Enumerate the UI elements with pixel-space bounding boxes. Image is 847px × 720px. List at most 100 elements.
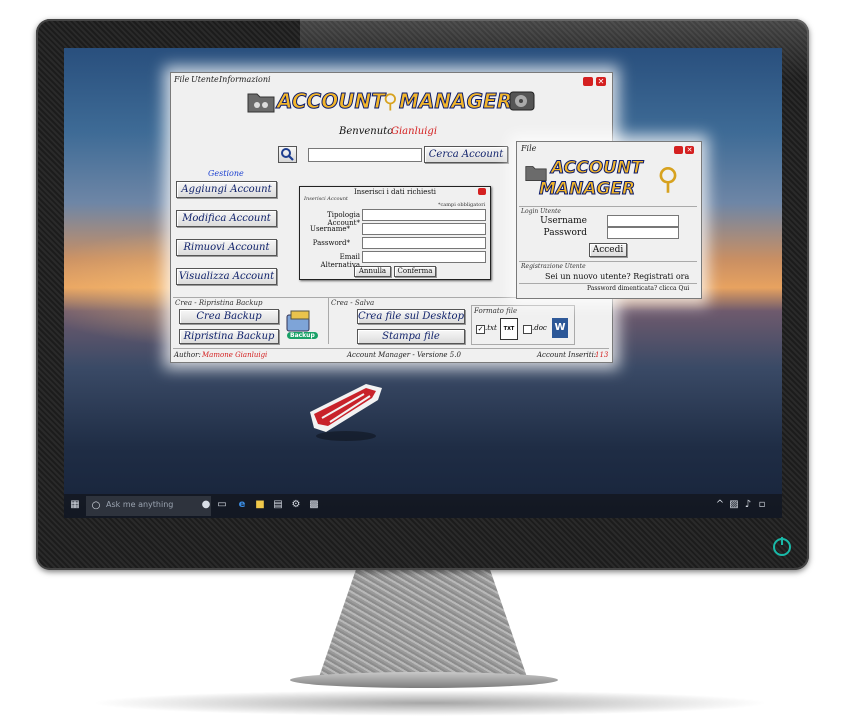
- taskbar: ▦ ○ Ask me anything ● ▭ e ■ ▤ ⚙ ▩ ^ ▨ ♪ …: [64, 494, 782, 518]
- login-divider: [519, 206, 697, 207]
- close-button[interactable]: ✕: [596, 77, 606, 86]
- power-icon[interactable]: [773, 537, 791, 556]
- search-icon: [281, 148, 294, 161]
- register-link[interactable]: Sei un nuovo utente? Registrati ora: [545, 272, 689, 281]
- minimize-button[interactable]: [583, 77, 593, 86]
- account-type-input[interactable]: [362, 209, 486, 221]
- txt-file-icon: TXT: [500, 318, 518, 340]
- chevron-up-icon[interactable]: ^: [714, 499, 726, 511]
- gestione-title: Gestione: [208, 169, 244, 178]
- search-input[interactable]: [308, 148, 422, 162]
- format-groupbox: Formato file ✓ .txt TXT .doc W: [471, 305, 575, 345]
- register-divider: [519, 261, 697, 262]
- login-close-button[interactable]: ✕: [685, 146, 694, 154]
- file-explorer-icon[interactable]: ■: [254, 499, 266, 511]
- create-backup-button[interactable]: Crea Backup: [179, 309, 279, 324]
- backup-section-title: Crea - Ripristina Backup: [175, 299, 263, 307]
- login-logo-manager-text: MANAGER: [538, 179, 636, 200]
- monitor-stand: [318, 570, 528, 680]
- save-section-title: Crea - Salva: [331, 299, 375, 307]
- menu-informazioni[interactable]: Informazioni: [219, 75, 271, 84]
- search-icon-button[interactable]: [278, 146, 297, 163]
- login-button[interactable]: Accedi: [589, 243, 627, 257]
- section-divider-vertical: [328, 297, 329, 344]
- create-desktop-file-button[interactable]: Crea file sul Desktop: [357, 309, 465, 324]
- folder-icon: [247, 93, 275, 113]
- task-view-icon[interactable]: ▭: [216, 499, 228, 511]
- notifications-icon[interactable]: ▫: [756, 499, 768, 511]
- cortana-icon: ○: [91, 500, 101, 511]
- username-input[interactable]: [362, 223, 486, 235]
- login-username-label: Username: [540, 216, 587, 226]
- app-icon[interactable]: ▩: [308, 499, 320, 511]
- forgot-divider: [519, 283, 697, 284]
- backup-icon: Backup: [285, 309, 319, 343]
- settings-gear-icon[interactable]: ⚙: [290, 499, 302, 511]
- add-account-button[interactable]: Aggiungi Account: [176, 181, 277, 198]
- menu-file[interactable]: File: [174, 75, 189, 84]
- status-divider: [173, 348, 609, 349]
- accounts-count-value: 113: [595, 351, 609, 359]
- insert-account-dialog: Inserisci i dati richiesti Inserisci Acc…: [299, 186, 491, 280]
- monitor-shadow: [90, 690, 770, 716]
- word-icon: W: [552, 318, 568, 338]
- alternative-email-label: Email Alternativa: [320, 253, 360, 269]
- print-file-button[interactable]: Stampa file: [357, 329, 465, 344]
- login-section-title: Login Utente: [521, 208, 561, 215]
- edge-icon[interactable]: e: [236, 499, 248, 511]
- format-section-title: Formato file: [474, 307, 518, 315]
- welcome-label: Benvenuto: [339, 126, 394, 137]
- doc-checkbox[interactable]: [523, 325, 532, 334]
- login-password-input[interactable]: [607, 227, 679, 239]
- required-fields-note: *campi obbligatori: [438, 202, 486, 208]
- username-label: Username*: [310, 225, 350, 233]
- volume-icon[interactable]: ♪: [742, 499, 754, 511]
- menu-utente[interactable]: Utente: [191, 75, 219, 84]
- welcome-user: Gianluigi: [391, 126, 438, 137]
- boat-image: [310, 384, 382, 441]
- cancel-button[interactable]: Annulla: [354, 266, 391, 277]
- backup-badge: Backup: [287, 332, 318, 339]
- edit-account-button[interactable]: Modifica Account: [176, 210, 277, 227]
- logo-manager-text: MANAGER: [398, 89, 513, 114]
- accounts-count-label: Account Inseriti:: [537, 351, 597, 359]
- dialog-section-title: Inserisci Account: [304, 196, 348, 202]
- microphone-icon[interactable]: ●: [200, 499, 212, 511]
- forgot-password-link[interactable]: Password dimenticata? clicca Qui: [587, 285, 689, 292]
- register-section-title: Registrazione Utente: [521, 263, 586, 270]
- login-minimize-button[interactable]: [674, 146, 683, 154]
- author-name: Mamone Gianluigi: [202, 351, 268, 359]
- version-text: Account Manager - Versione 5.0: [347, 351, 461, 359]
- author-label: Author:: [174, 351, 201, 359]
- taskbar-search-box[interactable]: ○ Ask me anything: [86, 496, 211, 516]
- txt-checkbox[interactable]: ✓: [476, 325, 485, 334]
- app-logo: ACCOUNT ⚲ MANAGER: [247, 87, 537, 115]
- desktop-screen: ▦ ○ Ask me anything ● ▭ e ■ ▤ ⚙ ▩ ^ ▨ ♪ …: [64, 48, 782, 518]
- password-label: Password*: [312, 239, 350, 247]
- monitor-stand-base: [290, 672, 558, 688]
- network-icon[interactable]: ▨: [728, 499, 740, 511]
- login-window: File ✕ ACCOUNT MANAGER ⚲ Login Utente Us…: [516, 141, 702, 299]
- remove-account-button[interactable]: Rimuovi Account: [176, 239, 277, 256]
- dialog-title: Inserisci i dati richiesti: [354, 188, 437, 196]
- login-password-label: Password: [543, 228, 587, 238]
- confirm-button[interactable]: Conferma: [394, 266, 436, 277]
- dialog-close-button[interactable]: [478, 188, 486, 195]
- login-username-input[interactable]: [607, 215, 679, 227]
- hard-disk-icon: [509, 91, 535, 111]
- taskbar-search-placeholder: Ask me anything: [106, 500, 174, 509]
- password-input[interactable]: [362, 237, 486, 249]
- restore-backup-button[interactable]: Ripristina Backup: [179, 329, 279, 344]
- login-keys-icon: ⚲: [657, 162, 679, 197]
- logo-account-text: ACCOUNT: [277, 89, 386, 114]
- windows-start-icon[interactable]: ▦: [69, 499, 81, 511]
- login-menu-file[interactable]: File: [521, 144, 536, 153]
- txt-format-label: .txt: [485, 324, 497, 332]
- login-logo: ACCOUNT MANAGER ⚲: [525, 158, 695, 204]
- view-account-button[interactable]: Visualizza Account: [176, 268, 277, 285]
- login-logo-account-text: ACCOUNT: [551, 158, 644, 179]
- alternative-email-input[interactable]: [362, 251, 486, 263]
- key-icon: ⚲: [383, 89, 398, 113]
- search-account-button[interactable]: Cerca Account: [424, 146, 508, 163]
- store-icon[interactable]: ▤: [272, 499, 284, 511]
